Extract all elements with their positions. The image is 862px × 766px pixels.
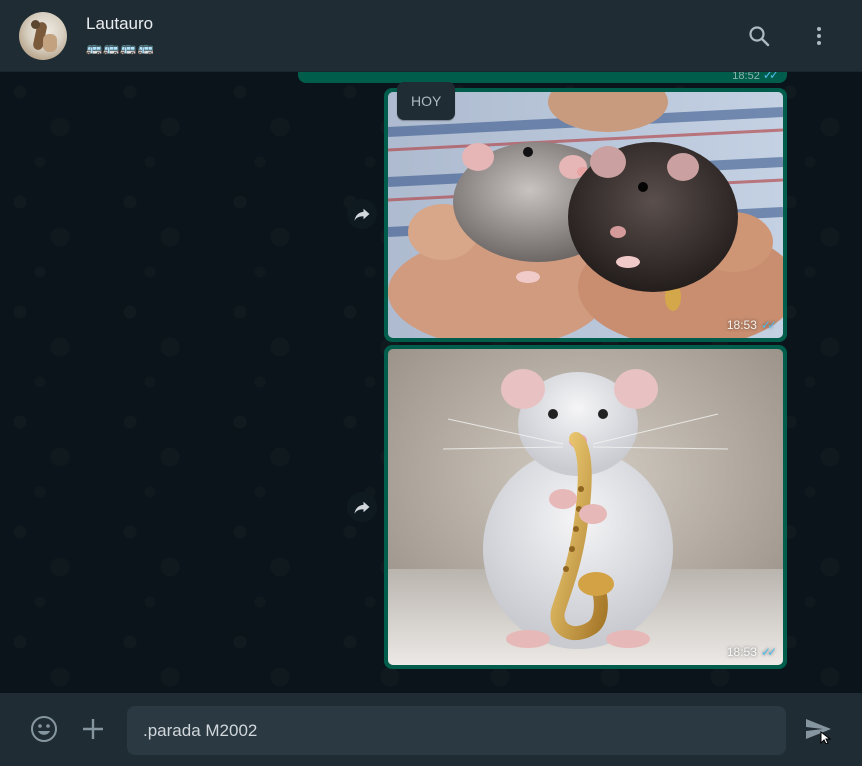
read-ticks-icon: ✓✓	[760, 318, 777, 332]
message-image[interactable]: 18:53 ✓✓	[388, 92, 783, 338]
image-message[interactable]: 18:53 ✓✓	[384, 88, 787, 342]
plus-icon	[83, 719, 103, 739]
image-message[interactable]: 18:53 ✓✓	[384, 345, 787, 669]
forward-icon	[354, 501, 370, 514]
send-button[interactable]	[802, 713, 834, 745]
chat-header: Lautauro 🚌🚌🚌🚌	[0, 0, 862, 72]
attach-button[interactable]	[77, 713, 109, 745]
previous-message-bubble[interactable]: 18:52 ✓✓	[298, 72, 787, 83]
search-button[interactable]	[743, 20, 775, 52]
send-icon	[806, 719, 832, 744]
forward-button[interactable]	[347, 199, 377, 229]
chat-area[interactable]: 18:52 ✓✓ HOY 18:53 ✓✓ 18:53 ✓✓	[0, 72, 862, 693]
forward-button[interactable]	[347, 492, 377, 522]
message-image[interactable]: 18:53 ✓✓	[388, 349, 783, 665]
message-time: 18:52 ✓✓	[732, 72, 779, 82]
avatar[interactable]	[19, 12, 67, 60]
message-time: 18:53 ✓✓	[726, 318, 777, 332]
emoji-icon	[31, 716, 57, 742]
read-ticks-icon: ✓✓	[760, 645, 777, 659]
contact-status: 🚌🚌🚌🚌	[86, 40, 155, 55]
forward-icon	[354, 208, 370, 221]
search-icon	[749, 26, 770, 47]
menu-icon	[817, 27, 821, 45]
date-divider: HOY	[397, 82, 456, 120]
menu-button[interactable]	[803, 20, 835, 52]
contact-name[interactable]: Lautauro	[86, 14, 153, 34]
message-time: 18:53 ✓✓	[726, 645, 777, 659]
message-composer	[0, 693, 862, 766]
emoji-button[interactable]	[28, 713, 60, 745]
read-ticks-icon: ✓✓	[762, 72, 779, 82]
message-input[interactable]	[127, 706, 786, 755]
